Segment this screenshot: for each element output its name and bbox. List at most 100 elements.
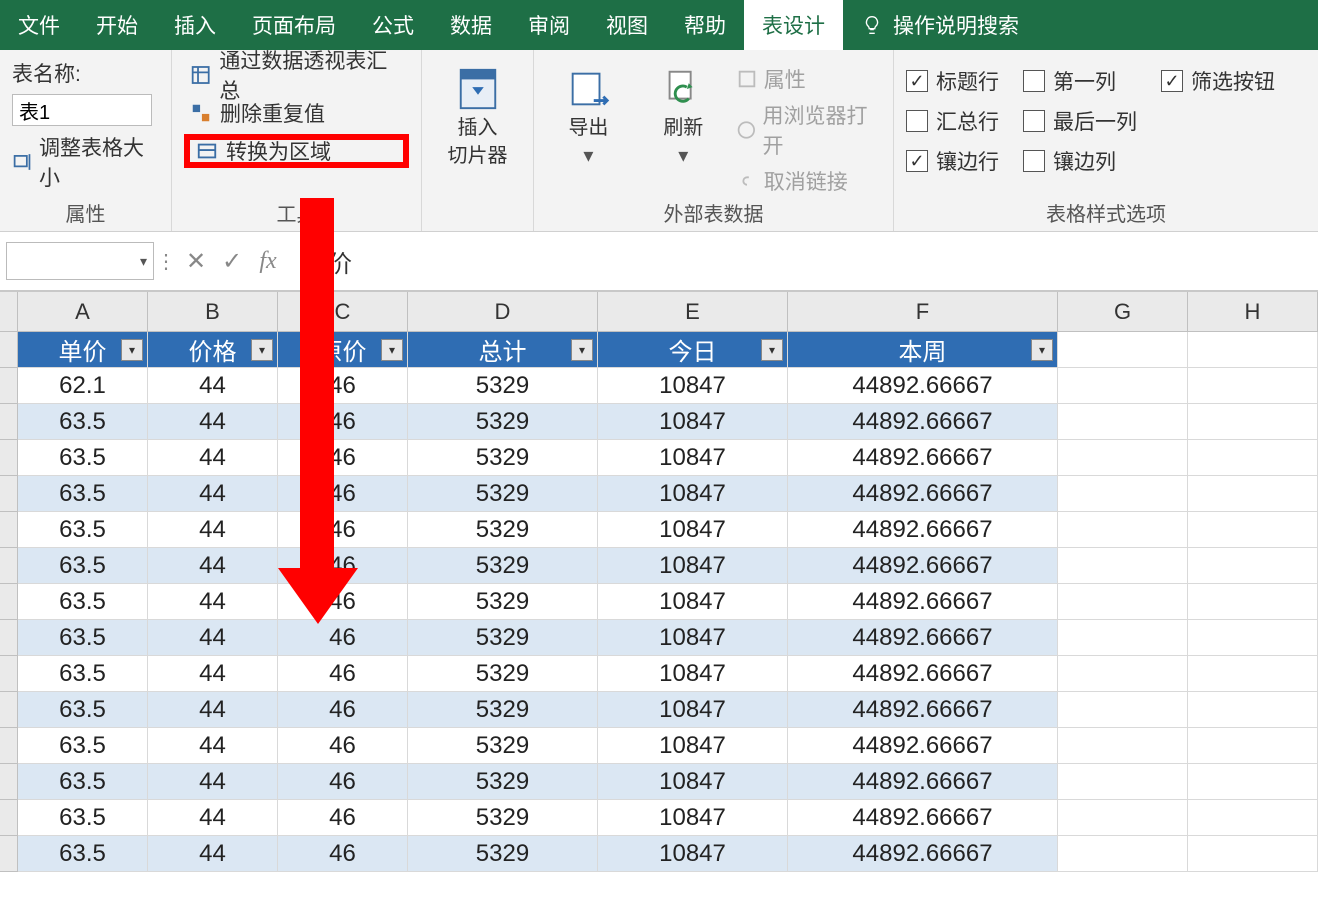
opt-filter-button[interactable]: ✓筛选按钮 [1161, 66, 1275, 96]
data-cell[interactable]: 44 [148, 404, 278, 440]
data-cell[interactable]: 5329 [408, 764, 598, 800]
table-header-cell[interactable]: 本周▾ [788, 332, 1058, 368]
data-cell[interactable]: 44 [148, 656, 278, 692]
data-cell[interactable]: 46 [278, 764, 408, 800]
data-cell[interactable]: 10847 [598, 584, 788, 620]
empty-cell[interactable] [1188, 368, 1318, 404]
data-cell[interactable]: 44 [148, 836, 278, 872]
data-cell[interactable]: 46 [278, 656, 408, 692]
accept-formula-button[interactable]: ✓ [214, 247, 250, 276]
col-header-A[interactable]: A [18, 292, 148, 331]
empty-cell[interactable] [1188, 836, 1318, 872]
empty-cell[interactable] [1188, 656, 1318, 692]
data-cell[interactable]: 10847 [598, 764, 788, 800]
data-cell[interactable]: 63.5 [18, 656, 148, 692]
data-cell[interactable]: 5329 [408, 512, 598, 548]
data-cell[interactable]: 10847 [598, 836, 788, 872]
row-header[interactable] [0, 404, 18, 440]
table-header-cell[interactable]: 原价▾ [278, 332, 408, 368]
data-cell[interactable]: 46 [278, 476, 408, 512]
filter-dropdown-button[interactable]: ▾ [381, 339, 403, 361]
col-header-H[interactable]: H [1188, 292, 1318, 331]
tab-data[interactable]: 数据 [432, 0, 510, 50]
data-cell[interactable]: 10847 [598, 728, 788, 764]
empty-cell[interactable] [1188, 512, 1318, 548]
opt-first-col[interactable]: 第一列 [1023, 66, 1137, 96]
empty-cell[interactable] [1058, 692, 1188, 728]
table-header-cell[interactable]: 总计▾ [408, 332, 598, 368]
filter-dropdown-button[interactable]: ▾ [251, 339, 273, 361]
data-cell[interactable]: 44892.66667 [788, 692, 1058, 728]
table-name-input[interactable] [12, 94, 152, 126]
row-header[interactable] [0, 836, 18, 872]
row-header[interactable] [0, 548, 18, 584]
empty-cell[interactable] [1188, 440, 1318, 476]
data-cell[interactable]: 5329 [408, 656, 598, 692]
data-cell[interactable]: 5329 [408, 584, 598, 620]
data-cell[interactable]: 10847 [598, 368, 788, 404]
empty-cell[interactable] [1058, 764, 1188, 800]
tab-view[interactable]: 视图 [588, 0, 666, 50]
data-cell[interactable]: 44892.66667 [788, 836, 1058, 872]
data-cell[interactable]: 63.5 [18, 836, 148, 872]
data-cell[interactable]: 44 [148, 800, 278, 836]
data-cell[interactable]: 5329 [408, 836, 598, 872]
row-header[interactable] [0, 512, 18, 548]
data-cell[interactable]: 44 [148, 764, 278, 800]
data-cell[interactable]: 46 [278, 512, 408, 548]
data-cell[interactable]: 63.5 [18, 404, 148, 440]
data-cell[interactable]: 44892.66667 [788, 728, 1058, 764]
empty-cell[interactable] [1188, 404, 1318, 440]
data-cell[interactable]: 63.5 [18, 764, 148, 800]
row-header[interactable] [0, 368, 18, 404]
data-cell[interactable]: 44 [148, 620, 278, 656]
data-cell[interactable]: 44 [148, 584, 278, 620]
data-cell[interactable]: 44 [148, 476, 278, 512]
col-header-B[interactable]: B [148, 292, 278, 331]
export-button[interactable]: 导出 ▾ [546, 58, 631, 168]
empty-cell[interactable] [1058, 656, 1188, 692]
data-cell[interactable]: 44892.66667 [788, 800, 1058, 836]
data-cell[interactable]: 10847 [598, 800, 788, 836]
remove-duplicates-button[interactable]: 删除重复值 [184, 96, 409, 130]
empty-cell[interactable] [1058, 548, 1188, 584]
fx-button[interactable]: fx [250, 248, 286, 275]
row-header[interactable] [0, 800, 18, 836]
filter-dropdown-button[interactable]: ▾ [571, 339, 593, 361]
data-cell[interactable]: 63.5 [18, 692, 148, 728]
empty-cell[interactable] [1188, 584, 1318, 620]
data-cell[interactable]: 10847 [598, 512, 788, 548]
opt-banded-col[interactable]: 镶边列 [1023, 146, 1137, 176]
refresh-button[interactable]: 刷新 ▾ [641, 58, 726, 168]
empty-cell[interactable] [1188, 728, 1318, 764]
empty-cell[interactable] [1058, 620, 1188, 656]
name-box[interactable]: ▾ [6, 242, 154, 280]
data-cell[interactable]: 62.1 [18, 368, 148, 404]
data-cell[interactable]: 63.5 [18, 620, 148, 656]
filter-dropdown-button[interactable]: ▾ [121, 339, 143, 361]
row-header[interactable] [0, 332, 18, 368]
empty-cell[interactable] [1188, 620, 1318, 656]
empty-cell[interactable] [1058, 800, 1188, 836]
col-header-G[interactable]: G [1058, 292, 1188, 331]
row-header[interactable] [0, 656, 18, 692]
empty-cell[interactable] [1058, 476, 1188, 512]
empty-cell[interactable] [1058, 728, 1188, 764]
empty-cell[interactable] [1188, 800, 1318, 836]
data-cell[interactable]: 10847 [598, 476, 788, 512]
pivot-summary-button[interactable]: 通过数据透视表汇总 [184, 58, 409, 92]
select-all-corner[interactable] [0, 292, 18, 331]
filter-dropdown-button[interactable]: ▾ [761, 339, 783, 361]
table-header-cell[interactable]: 今日▾ [598, 332, 788, 368]
data-cell[interactable]: 63.5 [18, 584, 148, 620]
row-header[interactable] [0, 692, 18, 728]
opt-banded-row[interactable]: ✓镶边行 [906, 146, 999, 176]
filter-dropdown-button[interactable]: ▾ [1031, 339, 1053, 361]
empty-cell[interactable] [1058, 584, 1188, 620]
data-cell[interactable]: 44892.66667 [788, 512, 1058, 548]
data-cell[interactable]: 10847 [598, 404, 788, 440]
empty-cell[interactable] [1188, 476, 1318, 512]
insert-slicer-button[interactable]: 插入 切片器 [434, 58, 521, 168]
data-cell[interactable]: 46 [278, 584, 408, 620]
data-cell[interactable]: 44892.66667 [788, 476, 1058, 512]
